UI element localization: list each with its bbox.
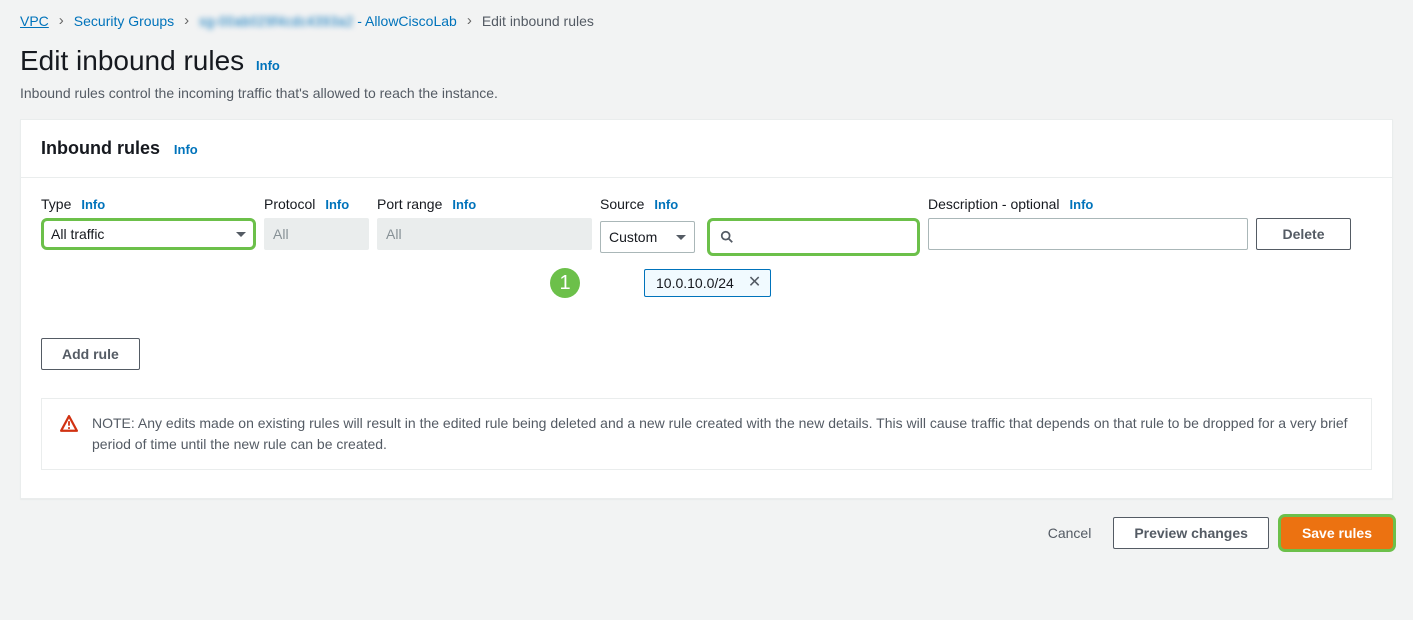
inbound-rules-panel: Inbound rules Info Type Info Protocol In… <box>20 119 1393 499</box>
col-protocol-text: Protocol <box>264 196 315 212</box>
col-description-text: Description - optional <box>928 196 1060 212</box>
panel-header: Inbound rules Info <box>21 120 1392 178</box>
panel-body: Type Info Protocol Info Port range Info … <box>21 178 1392 498</box>
col-source-text: Source <box>600 196 644 212</box>
warning-icon <box>60 415 78 433</box>
note-box: NOTE: Any edits made on existing rules w… <box>41 398 1372 470</box>
page-info-link[interactable]: Info <box>256 58 280 73</box>
remove-cidr-icon[interactable]: ✕ <box>748 275 761 291</box>
description-input[interactable] <box>928 218 1248 250</box>
caret-down-icon <box>676 235 686 240</box>
add-rule-button[interactable]: Add rule <box>41 338 140 370</box>
breadcrumb-vpc[interactable]: VPC <box>20 13 49 29</box>
breadcrumb: VPC › Security Groups › sg-00ab029f4cdc4… <box>0 0 1413 37</box>
protocol-input: All <box>264 218 369 250</box>
page-title: Edit inbound rules <box>20 45 244 77</box>
col-protocol-info[interactable]: Info <box>325 197 349 212</box>
rules-grid: Type Info Protocol Info Port range Info … <box>41 196 1372 298</box>
page-subtitle: Inbound rules control the incoming traff… <box>20 85 1393 101</box>
col-port-info[interactable]: Info <box>452 197 476 212</box>
col-description-info[interactable]: Info <box>1070 197 1094 212</box>
col-type-info[interactable]: Info <box>81 197 105 212</box>
col-type-label: Type Info <box>41 196 256 212</box>
delete-cell: Delete <box>1256 218 1351 250</box>
port-value: All <box>386 226 402 242</box>
chevron-right-icon: › <box>59 12 64 29</box>
col-port-text: Port range <box>377 196 442 212</box>
note-text: NOTE: Any edits made on existing rules w… <box>92 413 1353 455</box>
panel-title: Inbound rules <box>41 138 160 159</box>
chevron-right-icon: › <box>184 12 189 29</box>
breadcrumb-sg-id-blurred: sg-00ab029f4cdc4393a2 <box>199 13 353 29</box>
port-input: All <box>377 218 592 250</box>
source-search-input[interactable] <box>710 221 917 253</box>
caret-down-icon <box>236 232 246 237</box>
type-select-value: All traffic <box>51 226 104 242</box>
cidr-tag: 10.0.10.0/24 ✕ <box>644 269 771 297</box>
breadcrumb-sg-detail[interactable]: sg-00ab029f4cdc4393a2 - AllowCiscoLab <box>199 13 457 29</box>
col-type-text: Type <box>41 196 71 212</box>
page-header: Edit inbound rules Info Inbound rules co… <box>0 37 1413 119</box>
type-select[interactable]: All traffic <box>41 218 256 250</box>
delete-button[interactable]: Delete <box>1256 218 1351 250</box>
protocol-value: All <box>273 226 289 242</box>
source-row: Custom <box>600 218 920 256</box>
page-actions: Cancel Preview changes Save rules <box>0 499 1413 573</box>
panel-info-link[interactable]: Info <box>174 142 198 157</box>
save-rules-button[interactable]: Save rules <box>1281 517 1393 549</box>
col-protocol-label: Protocol Info <box>264 196 369 212</box>
cancel-button[interactable]: Cancel <box>1038 517 1102 549</box>
breadcrumb-sg-suffix: - AllowCiscoLab <box>353 13 457 29</box>
source-mode-value: Custom <box>609 229 657 245</box>
search-icon <box>720 230 734 244</box>
add-rule-row: Add rule <box>41 338 1372 370</box>
chevron-right-icon: › <box>467 12 472 29</box>
cidr-tag-value: 10.0.10.0/24 <box>656 275 734 291</box>
breadcrumb-current: Edit inbound rules <box>482 13 594 29</box>
col-port-label: Port range Info <box>377 196 592 212</box>
source-cell: Custom 1 10.0.10.0/24 <box>600 218 920 298</box>
source-tag-row: 1 10.0.10.0/24 ✕ <box>550 268 920 298</box>
description-cell <box>928 218 1248 250</box>
col-source-info[interactable]: Info <box>654 197 678 212</box>
col-description-label: Description - optional Info <box>928 196 1248 212</box>
source-mode-select[interactable]: Custom <box>600 221 695 253</box>
col-source-label: Source Info <box>600 196 920 212</box>
breadcrumb-security-groups[interactable]: Security Groups <box>74 13 174 29</box>
source-search[interactable] <box>707 218 920 256</box>
preview-changes-button[interactable]: Preview changes <box>1113 517 1269 549</box>
callout-badge: 1 <box>550 268 580 298</box>
